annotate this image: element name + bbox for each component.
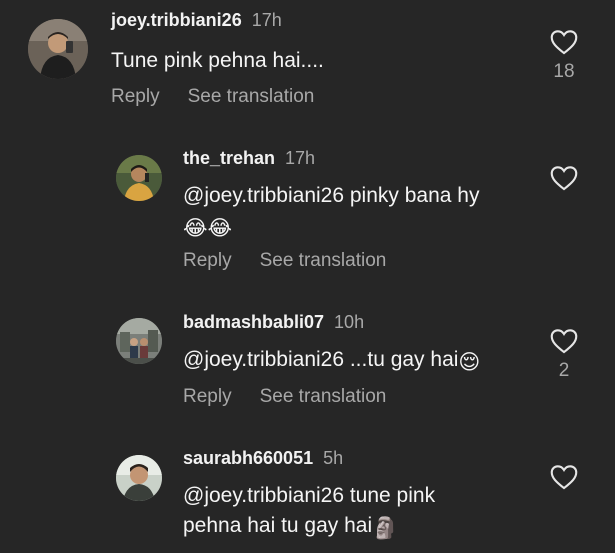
avatar[interactable] xyxy=(116,318,162,364)
heart-icon[interactable] xyxy=(550,328,578,354)
comment-actions: Reply See translation xyxy=(183,386,386,408)
timestamp: 17h xyxy=(285,148,316,168)
avatar-icon xyxy=(116,455,162,501)
comment-text: Tune pink pehna hai.... xyxy=(111,46,324,76)
comment-text: @joey.tribbiani26 tune pink pehna hai tu… xyxy=(183,481,543,544)
reply-button[interactable]: Reply xyxy=(111,86,160,107)
heart-icon[interactable] xyxy=(550,464,578,490)
comment-text-line2: pehna hai tu gay hai xyxy=(183,514,373,537)
comment-text-line1: @joey.tribbiani26 tune pink xyxy=(183,484,436,507)
username[interactable]: badmashbabli07 xyxy=(183,312,324,332)
comment-text-content: Tune pink pehna hai.... xyxy=(111,49,324,72)
timestamp: 5h xyxy=(323,448,344,468)
comment-text-content: @joey.tribbiani26 ...tu gay hai xyxy=(183,348,459,371)
avatar[interactable] xyxy=(116,155,162,201)
moai-emoji: 🗿 xyxy=(372,517,399,540)
see-translation-button[interactable]: See translation xyxy=(260,250,387,271)
avatar[interactable] xyxy=(116,455,162,501)
comment-header: badmashbabli07 10h xyxy=(183,312,364,333)
timestamp: 10h xyxy=(334,312,365,332)
comment-actions: Reply See translation xyxy=(183,250,386,272)
heart-icon[interactable] xyxy=(550,165,578,191)
comment-text: @joey.tribbiani26 ...tu gay hai😌 xyxy=(183,345,480,378)
username[interactable]: saurabh660051 xyxy=(183,448,313,468)
like-column: 18 xyxy=(549,29,579,83)
avatar-icon xyxy=(28,19,88,79)
relieved-emoji: 😌 xyxy=(458,351,481,374)
comment-header: saurabh660051 5h xyxy=(183,448,343,469)
like-column xyxy=(549,165,579,191)
reply-button[interactable]: Reply xyxy=(183,386,232,407)
comment-text-content: @joey.tribbiani26 pinky bana hy xyxy=(183,184,480,207)
laughing-emoji: 😂😂 xyxy=(183,217,233,240)
see-translation-button[interactable]: See translation xyxy=(260,386,387,407)
avatar-icon xyxy=(116,318,162,364)
comment-actions: Reply See translation xyxy=(111,86,314,108)
avatar[interactable] xyxy=(28,19,88,79)
comment-text: @joey.tribbiani26 pinky bana hy 😂😂 xyxy=(183,181,543,244)
heart-icon[interactable] xyxy=(550,29,578,55)
avatar-icon xyxy=(116,155,162,201)
comment-header: joey.tribbiani26 17h xyxy=(111,10,282,31)
like-count: 18 xyxy=(553,61,575,82)
username[interactable]: the_trehan xyxy=(183,148,275,168)
see-translation-button[interactable]: See translation xyxy=(188,86,315,107)
reply-button[interactable]: Reply xyxy=(183,250,232,271)
like-count: 2 xyxy=(558,360,570,381)
like-column xyxy=(549,464,579,490)
username[interactable]: joey.tribbiani26 xyxy=(111,10,242,30)
timestamp: 17h xyxy=(251,10,282,30)
like-column: 2 xyxy=(549,328,579,382)
comment-header: the_trehan 17h xyxy=(183,148,315,169)
